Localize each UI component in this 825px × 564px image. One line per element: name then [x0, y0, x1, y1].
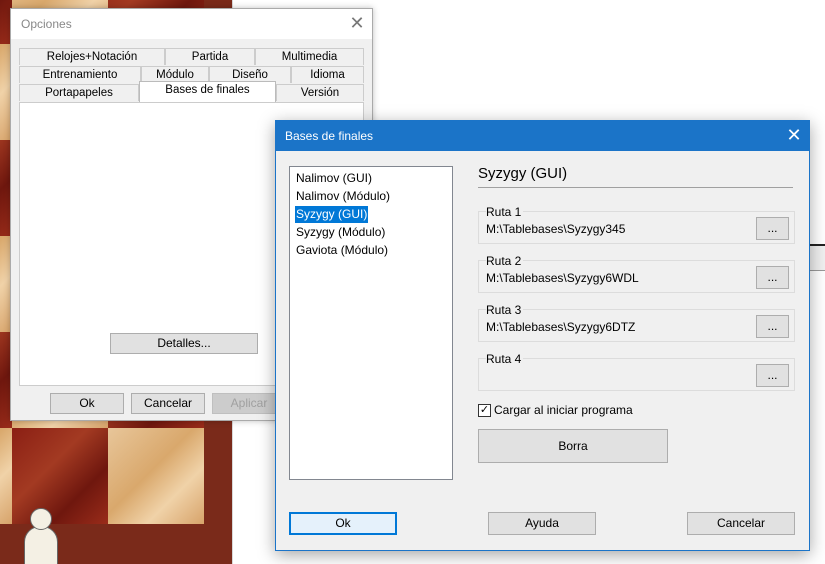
close-icon[interactable]: ✕ — [779, 121, 809, 151]
path-label-1: Ruta 1 — [486, 205, 524, 219]
background-strip — [808, 246, 825, 270]
background-line — [808, 270, 825, 271]
tab-entrenamiento[interactable]: Entrenamiento — [19, 66, 141, 83]
path-value-2: M:\Tablebases\Syzygy6WDL — [486, 271, 639, 285]
path-label-3: Ruta 3 — [486, 303, 524, 317]
browse-button-4[interactable]: ... — [756, 364, 789, 387]
path-label-2: Ruta 2 — [486, 254, 524, 268]
heading-divider — [478, 187, 793, 188]
board-square — [108, 428, 204, 524]
background-line — [808, 244, 825, 246]
browse-button-3[interactable]: ... — [756, 315, 789, 338]
tab-bases-de-finales[interactable]: Bases de finales — [139, 81, 276, 103]
white-pawn-icon[interactable] — [18, 508, 62, 564]
list-item-gaviota-modulo[interactable]: Gaviota (Módulo) — [295, 242, 389, 259]
list-item-nalimov-modulo[interactable]: Nalimov (Módulo) — [295, 188, 391, 205]
options-titlebar[interactable]: Opciones ✕ — [11, 9, 372, 39]
ok-button[interactable]: Ok — [289, 512, 397, 535]
cancel-button[interactable]: Cancelar — [131, 393, 205, 414]
list-item-nalimov-gui[interactable]: Nalimov (GUI) — [295, 170, 373, 187]
tab-idioma[interactable]: Idioma — [291, 66, 364, 83]
browse-button-1[interactable]: ... — [756, 217, 789, 240]
tablebase-list[interactable]: Nalimov (GUI) Nalimov (Módulo) Syzygy (G… — [289, 166, 453, 480]
load-on-start-checkbox[interactable]: ✓ — [478, 404, 491, 417]
ok-button[interactable]: Ok — [50, 393, 124, 414]
tab-version[interactable]: Versión — [276, 84, 364, 101]
section-heading: Syzygy (GUI) — [478, 165, 568, 182]
path-value-1: M:\Tablebases\Syzygy345 — [486, 222, 626, 236]
list-item-syzygy-modulo[interactable]: Syzygy (Módulo) — [295, 224, 386, 241]
board-square — [0, 428, 12, 524]
options-title: Opciones — [21, 17, 72, 31]
path-value-3: M:\Tablebases\Syzygy6DTZ — [486, 320, 636, 334]
path-label-4: Ruta 4 — [486, 352, 524, 366]
tab-portapapeles[interactable]: Portapapeles — [19, 84, 139, 101]
tab-partida[interactable]: Partida — [165, 48, 255, 65]
tablebases-dialog: Bases de finales ✕ Nalimov (GUI) Nalimov… — [275, 120, 810, 551]
details-button[interactable]: Detalles... — [110, 333, 258, 354]
dialog-titlebar[interactable]: Bases de finales ✕ — [276, 121, 809, 151]
tab-relojes-notacion[interactable]: Relojes+Notación — [19, 48, 165, 65]
help-button[interactable]: Ayuda — [488, 512, 596, 535]
browse-button-2[interactable]: ... — [756, 266, 789, 289]
tab-multimedia[interactable]: Multimedia — [255, 48, 364, 65]
close-icon[interactable]: ✕ — [342, 9, 372, 39]
path-group-4 — [478, 358, 795, 391]
list-item-syzygy-gui[interactable]: Syzygy (GUI) — [295, 206, 369, 223]
cancel-button[interactable]: Cancelar — [687, 512, 795, 535]
clear-button[interactable]: Borra — [478, 429, 668, 463]
load-on-start-label[interactable]: Cargar al iniciar programa — [494, 403, 633, 417]
dialog-title: Bases de finales — [285, 129, 374, 143]
